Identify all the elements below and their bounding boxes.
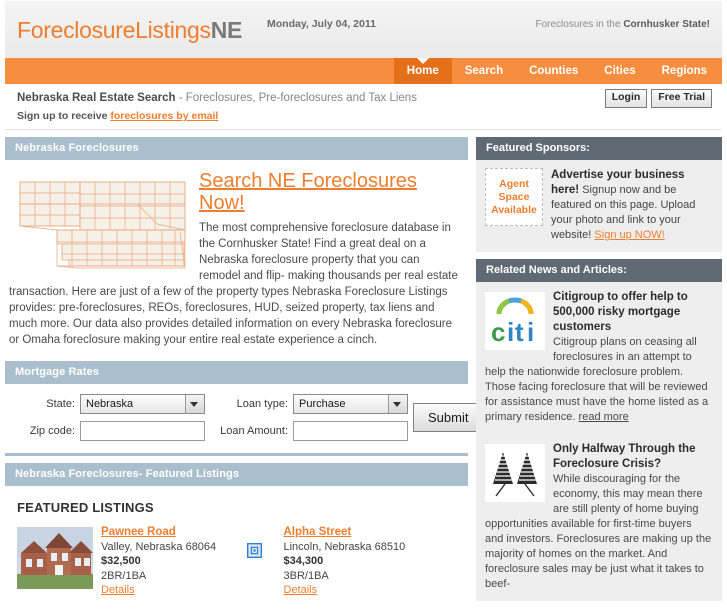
nav-item-cities[interactable]: Cities (591, 58, 648, 84)
zip-code-input[interactable] (80, 421, 205, 441)
nav-item-home[interactable]: Home (393, 58, 452, 84)
mortgage-form: State: Nebraska Loan type: Purchase Subm… (5, 384, 484, 456)
page-root: ForeclosureListingsNE Monday, July 04, 2… (0, 0, 727, 608)
listing-details-1: Pawnee Road Valley, Nebraska 68064 $32,5… (101, 525, 216, 598)
listing-item-2: Alpha Street Lincoln, Nebraska 68510 $34… (237, 525, 459, 598)
news-read-more-1[interactable]: read more (579, 411, 629, 423)
email-signup-line: Sign up to receive foreclosures by email (17, 110, 218, 122)
submit-button[interactable]: Submit (413, 403, 484, 432)
intro-panel: Nebraska Foreclosures Search NE Foreclos… (5, 137, 468, 354)
state-select-wrapper: Nebraska (80, 394, 205, 414)
mortgage-rates-panel: Mortgage Rates State: Nebraska Loan type… (5, 361, 484, 456)
listing-price-1: $32,500 (101, 555, 141, 567)
site-masthead: ForeclosureListingsNE Monday, July 04, 2… (5, 0, 722, 58)
right-sidebar: Featured Sponsors: Agent Space Available… (476, 137, 722, 608)
mortgage-form-grid: State: Nebraska Loan type: Purchase Subm… (15, 394, 484, 441)
site-logo[interactable]: ForeclosureListingsNE (17, 17, 242, 44)
logo-primary-text: ForeclosureListings (17, 17, 211, 43)
featured-listings-panel: Nebraska Foreclosures- Featured Listings… (5, 463, 468, 608)
svg-text:i: i (527, 317, 534, 347)
sponsor-row: Agent Space Available Advertise your bus… (485, 168, 713, 243)
site-description-strong: Nebraska Real Estate Search (17, 92, 176, 104)
mortgage-panel-title: Mortgage Rates (5, 361, 468, 384)
sub-header: Nebraska Real Estate Search - Foreclosur… (5, 84, 722, 130)
news-item-2: Only Halfway Through the Foreclosure Cri… (476, 434, 722, 601)
intro-panel-title: Nebraska Foreclosures (5, 137, 468, 160)
citi-logo-icon: c i t i (485, 292, 545, 350)
main-navigation: Home Search Counties Cities Regions (5, 58, 722, 84)
house-photo-icon (17, 527, 93, 589)
free-trial-button[interactable]: Free Trial (651, 89, 712, 108)
nav-item-counties[interactable]: Counties (516, 58, 591, 84)
email-signup-prefix: Sign up to receive (17, 110, 111, 122)
nav-item-search[interactable]: Search (452, 58, 516, 84)
agent-space-available-box[interactable]: Agent Space Available (485, 168, 543, 226)
site-tagline: Foreclosures in the Cornhusker State! (535, 19, 710, 30)
listing-details-link-1[interactable]: Details (101, 584, 135, 596)
loan-type-select[interactable]: Purchase (293, 394, 408, 414)
featured-section-title: FEATURED LISTINGS (17, 500, 154, 515)
sponsor-copy: Advertise your business here! Signup now… (551, 168, 713, 243)
site-description: Nebraska Real Estate Search - Foreclosur… (17, 92, 417, 104)
sponsors-panel-title: Featured Sponsors: (476, 137, 722, 160)
listing-location-1: Valley, Nebraska 68064 (101, 540, 217, 553)
news-panel-title: Related News and Articles: (476, 259, 722, 282)
svg-text:i: i (507, 317, 514, 347)
login-button[interactable]: Login (604, 89, 648, 108)
listing-item-1: Pawnee Road Valley, Nebraska 68064 $32,5… (15, 525, 237, 598)
email-signup-link[interactable]: foreclosures by email (110, 110, 218, 122)
site-description-rest: - Foreclosures, Pre-foreclosures and Tax… (175, 92, 417, 104)
zip-code-label: Zip code: (29, 425, 75, 437)
state-select[interactable]: Nebraska (80, 394, 205, 414)
chart-graphic-icon (485, 444, 545, 502)
nav-item-list: Home Search Counties Cities Regions (393, 58, 720, 84)
auth-button-group: Login Free Trial (604, 89, 712, 108)
agent-box-line3: Available (491, 203, 537, 216)
featured-panel-body: FEATURED LISTINGS Pawnee Road Valley, Ne… (5, 486, 468, 608)
state-label: State: (46, 398, 75, 410)
listing-details-link-2[interactable]: Details (284, 584, 318, 596)
news-item-1: c i t i Citigroup to offer help to 500,0… (476, 282, 722, 434)
loan-type-select-wrapper: Purchase (293, 394, 408, 414)
nav-item-regions[interactable]: Regions (649, 58, 720, 84)
loan-type-label: Loan type: (236, 398, 288, 410)
featured-panel-title: Nebraska Foreclosures- Featured Listings (5, 463, 468, 486)
broken-image-icon (246, 543, 262, 558)
loan-amount-label: Loan Amount: (220, 425, 288, 437)
sponsors-panel-body: Agent Space Available Advertise your bus… (476, 160, 722, 252)
intro-panel-body: Search NE Foreclosures Now! The most com… (5, 160, 468, 354)
svg-text:t: t (515, 317, 524, 347)
listing-beds-baths-2: 3BR/1BA (283, 569, 329, 582)
listing-details-2: Alpha Street Lincoln, Nebraska 68510 $34… (284, 525, 406, 598)
listing-location-2: Lincoln, Nebraska 68510 (283, 540, 406, 553)
listing-street-link-1[interactable]: Pawnee Road (101, 526, 176, 538)
listing-beds-baths-1: 2BR/1BA (101, 569, 147, 582)
sponsor-signup-link[interactable]: Sign up NOW! (594, 229, 664, 241)
agent-box-line1: Agent (499, 177, 529, 190)
agent-box-line2: Space (498, 190, 530, 203)
logo-suffix-text: NE (210, 17, 243, 43)
nebraska-map-icon (19, 181, 186, 269)
svg-text:c: c (491, 317, 505, 347)
tagline-prefix: Foreclosures in the (535, 19, 624, 30)
listing-price-2: $34,300 (283, 555, 324, 567)
listing-street-link-2[interactable]: Alpha Street (284, 526, 352, 538)
content-area: Nebraska Foreclosures Search NE Foreclos… (5, 137, 722, 615)
left-column: Nebraska Foreclosures Search NE Foreclos… (5, 137, 484, 615)
current-date: Monday, July 04, 2011 (267, 18, 376, 30)
tagline-strong: Cornhusker State! (623, 19, 710, 30)
related-news-panel: Related News and Articles: c i t i Citig… (476, 259, 722, 601)
featured-sponsors-panel: Featured Sponsors: Agent Space Available… (476, 137, 722, 252)
listing-row: Pawnee Road Valley, Nebraska 68064 $32,5… (15, 525, 458, 598)
loan-amount-input[interactable] (293, 421, 408, 441)
